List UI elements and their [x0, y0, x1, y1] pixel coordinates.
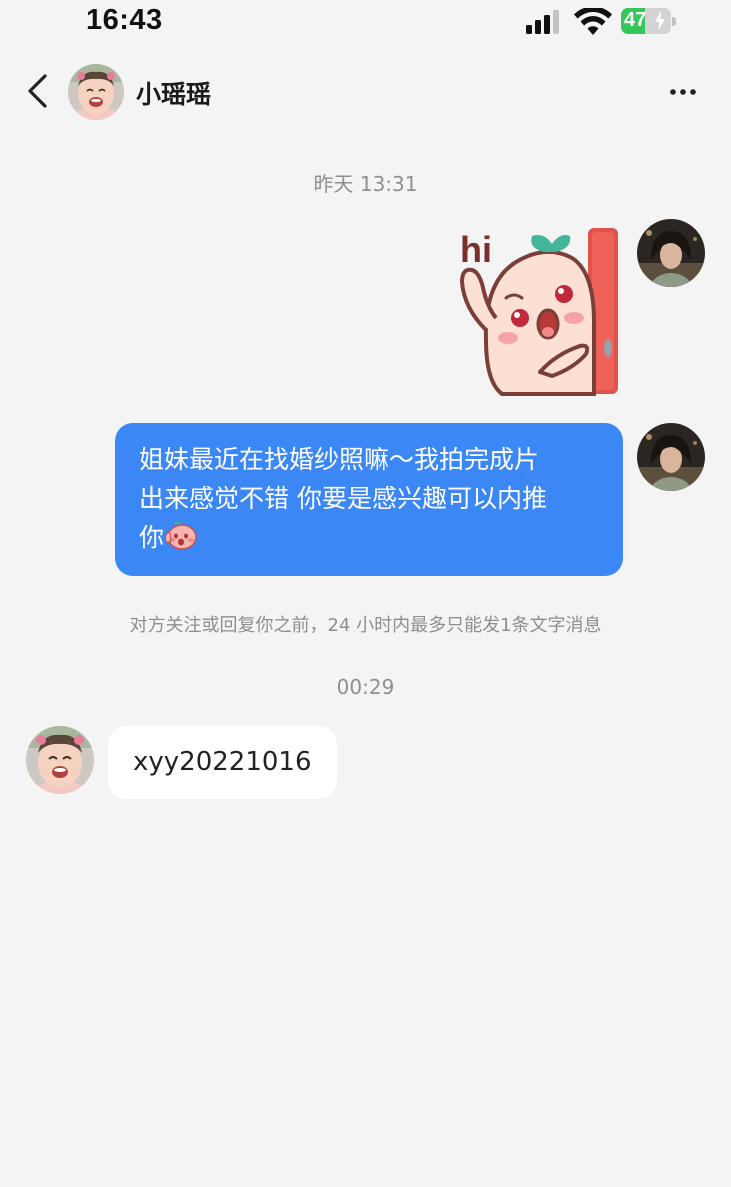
incoming-message-bubble[interactable]: xyy20221016	[108, 726, 337, 799]
message-line-1: 姐妹最近在找婚纱照嘛～我拍完成片	[139, 445, 540, 474]
status-bar: 16:43 47	[0, 0, 731, 48]
battery-cap	[672, 17, 676, 26]
sticker-text: hi	[460, 229, 492, 270]
status-time: 16:43	[86, 4, 163, 36]
battery-level: 47	[624, 9, 647, 31]
hi-sticker[interactable]: hi	[456, 222, 622, 398]
system-notice: 对方关注或回复你之前，24 小时内最多只能发1条文字消息	[129, 615, 602, 636]
message-line-3-text: 你	[139, 523, 165, 552]
battery-body: 47	[621, 8, 671, 34]
contact-avatar[interactable]	[68, 64, 124, 120]
message-line-3: 你	[139, 518, 603, 557]
cellular-signal-icon	[526, 10, 559, 34]
message-line-2: 出来感觉不错 你要是感兴趣可以内推	[139, 484, 547, 513]
contact-avatar[interactable]	[26, 726, 94, 794]
outgoing-message-bubble[interactable]: 姐妹最近在找婚纱照嘛～我拍完成片 出来感觉不错 你要是感兴趣可以内推 你	[115, 423, 623, 576]
charging-bolt-icon	[655, 11, 665, 31]
wifi-icon	[574, 8, 612, 35]
more-dots-icon[interactable]	[660, 74, 706, 110]
battery-icon: 47	[621, 8, 677, 36]
my-avatar[interactable]	[637, 219, 705, 287]
contact-name: 小瑶瑶	[136, 80, 212, 109]
timestamp: 00:29	[336, 675, 395, 699]
timestamp: 昨天 13:31	[313, 172, 418, 196]
blushing-peach-emoji-icon	[164, 521, 197, 550]
chat-header: 小瑶瑶	[0, 52, 731, 132]
my-avatar[interactable]	[637, 423, 705, 491]
chevron-left-icon[interactable]	[18, 68, 58, 114]
